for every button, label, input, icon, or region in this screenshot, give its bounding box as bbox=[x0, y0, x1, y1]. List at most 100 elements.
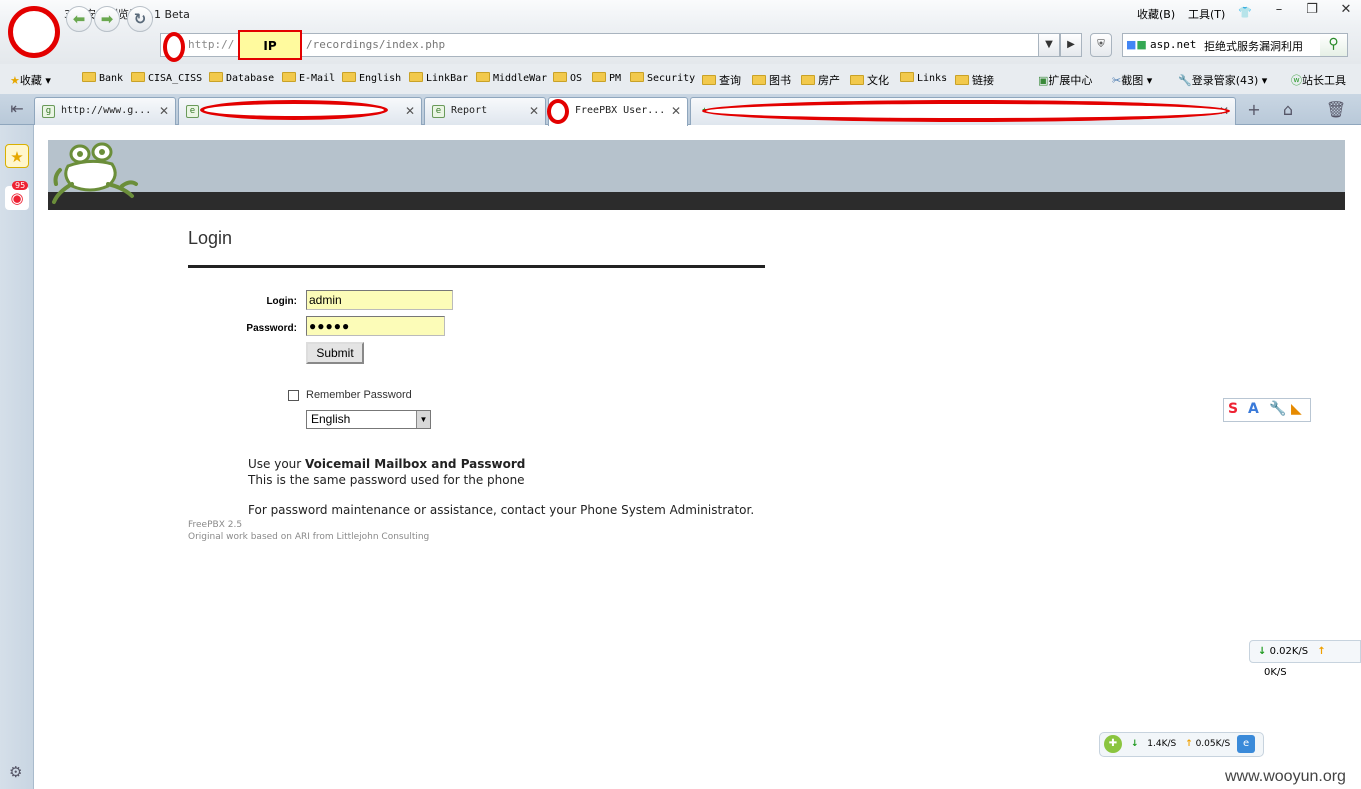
bookmark-folder[interactable]: Database bbox=[209, 72, 274, 84]
freepbx-header bbox=[48, 140, 1345, 192]
tab-close-icon[interactable]: ✕ bbox=[159, 98, 169, 124]
search-engine-icon[interactable]: ■■ bbox=[1126, 38, 1147, 51]
page-favicon-icon: e bbox=[432, 105, 445, 118]
bookmark-favorites[interactable]: ★收藏 ▾ bbox=[10, 72, 51, 88]
search-query: 拒绝式服务漏洞利用 bbox=[1204, 40, 1303, 53]
tab-label: FreePBX User... bbox=[575, 105, 666, 116]
tab-close-icon[interactable]: ✕ bbox=[671, 98, 681, 124]
folder-icon bbox=[955, 75, 969, 85]
bookmark-folder[interactable]: LinkBar bbox=[409, 72, 468, 84]
tab-freepbx[interactable]: FreePBX User... ✕ bbox=[548, 97, 688, 126]
wrench-icon[interactable]: 🔧 bbox=[1269, 401, 1286, 417]
trash-icon[interactable]: 🗑 bbox=[1323, 98, 1349, 122]
tab-google[interactable]: g http://www.g... ✕ bbox=[34, 97, 176, 125]
remember-password-checkbox[interactable] bbox=[288, 390, 299, 401]
folder-icon bbox=[553, 72, 567, 82]
folder-icon bbox=[752, 75, 766, 85]
network-speed-widget[interactable]: ↓ 0.02K/S ↑ 0K/S bbox=[1249, 640, 1361, 678]
tab-label: Report bbox=[451, 105, 488, 116]
floating-toolbar: S A 🔧 ◣ bbox=[1223, 398, 1311, 422]
bookmark-folder[interactable]: 图书 bbox=[752, 72, 791, 88]
upload-arrow-icon: ↑ bbox=[1317, 646, 1326, 657]
close-window-button[interactable]: ✕ bbox=[1331, 0, 1361, 22]
menu-tools[interactable]: 工具(T) bbox=[1188, 6, 1225, 22]
bookmark-folder[interactable]: 文化 bbox=[850, 72, 889, 88]
watermark: www.wooyun.org bbox=[1225, 768, 1346, 785]
tab-title-redaction bbox=[702, 100, 1230, 122]
language-select[interactable]: English ▼ bbox=[306, 410, 431, 429]
login-field[interactable] bbox=[306, 290, 453, 310]
google-favicon-icon: g bbox=[42, 105, 55, 118]
bookmark-folder[interactable]: PM bbox=[592, 72, 621, 84]
language-selected-value: English bbox=[311, 412, 351, 426]
ip-redaction-label: IP bbox=[238, 30, 302, 60]
folder-icon bbox=[131, 72, 145, 82]
folder-icon bbox=[801, 75, 815, 85]
bookmark-folder[interactable]: E-Mail bbox=[282, 72, 335, 84]
title-divider bbox=[188, 265, 765, 268]
address-dropdown-button[interactable]: ▼ bbox=[1038, 33, 1060, 57]
browser-logo-redacted[interactable] bbox=[8, 6, 60, 58]
download-speed: 0.02K/S bbox=[1269, 646, 1309, 657]
favorites-star-icon[interactable]: ★ bbox=[5, 144, 29, 168]
search-engine-label: asp.net bbox=[1150, 38, 1197, 51]
login-label: Login: bbox=[266, 296, 297, 307]
login-manager-button[interactable]: 🔧登录管家(43) ▾ bbox=[1178, 72, 1267, 88]
bookmark-folder[interactable]: 查询 bbox=[702, 72, 741, 88]
rss-icon[interactable]: ◣ bbox=[1291, 401, 1302, 417]
upload-speed: 0K/S bbox=[1264, 667, 1287, 678]
accelerator-icon: ✚ bbox=[1104, 734, 1122, 753]
forward-button[interactable]: ➡ bbox=[94, 6, 120, 32]
bookmark-folder[interactable]: 链接 bbox=[955, 72, 994, 88]
bookmark-folder[interactable]: Security bbox=[630, 72, 695, 84]
folder-icon bbox=[900, 72, 914, 82]
new-tab-icon[interactable]: + bbox=[1241, 98, 1267, 122]
folder-icon bbox=[630, 72, 644, 82]
bookmark-folder[interactable]: Bank bbox=[82, 72, 123, 84]
folder-icon bbox=[850, 75, 864, 85]
password-field[interactable]: ●●●●● bbox=[306, 316, 445, 336]
folder-icon bbox=[342, 72, 356, 82]
network-speed-widget-2[interactable]: ✚ ↓ 1.4K/S ↑ 0.05K/S e bbox=[1099, 732, 1264, 757]
back-button[interactable]: ⬅ bbox=[66, 6, 92, 32]
freepbx-header-bar bbox=[48, 192, 1345, 210]
ie-icon: e bbox=[1237, 734, 1256, 753]
sidebar-toggle-icon[interactable]: ⇤ bbox=[4, 97, 30, 121]
settings-gear-icon[interactable]: ⚙ bbox=[9, 763, 22, 781]
bookmark-folder[interactable]: MiddleWar bbox=[476, 72, 547, 84]
extensions-center-button[interactable]: ▣扩展中心 bbox=[1038, 72, 1092, 88]
bookmark-folder[interactable]: CISA_CISS bbox=[131, 72, 202, 84]
folder-icon bbox=[82, 72, 96, 82]
skin-icon[interactable]: 👕 bbox=[1238, 6, 1252, 19]
info-line-3: For password maintenance or assistance, … bbox=[248, 503, 755, 517]
security-shield-icon[interactable]: ⛨ bbox=[1090, 33, 1112, 57]
weibo-badge: 95 bbox=[12, 181, 29, 190]
tab-close-icon[interactable]: ✕ bbox=[405, 98, 415, 124]
menu-favorites[interactable]: 收藏(B) bbox=[1137, 6, 1175, 22]
address-prefix: http:// bbox=[188, 38, 235, 51]
download-speed: 1.4K/S bbox=[1147, 739, 1177, 749]
tab-favicon-redaction bbox=[547, 99, 569, 124]
restore-button[interactable]: ❐ bbox=[1297, 0, 1327, 22]
chevron-down-icon: ▼ bbox=[416, 411, 430, 428]
minimize-button[interactable]: – bbox=[1264, 0, 1294, 22]
sogou-input-icon[interactable]: S bbox=[1228, 401, 1238, 417]
password-label: Password: bbox=[246, 323, 297, 334]
home-icon[interactable]: ⌂ bbox=[1275, 98, 1301, 122]
go-button[interactable]: ▶ bbox=[1060, 33, 1082, 57]
bookmark-folder[interactable]: English bbox=[342, 72, 401, 84]
tab-close-icon[interactable]: ✕ bbox=[529, 98, 539, 124]
refresh-button[interactable]: ↻ bbox=[127, 6, 153, 32]
bookmark-folder[interactable]: OS bbox=[553, 72, 582, 84]
submit-button[interactable]: Submit bbox=[306, 342, 364, 364]
page-favicon-icon: e bbox=[186, 105, 199, 118]
bookmark-folder[interactable]: 房产 bbox=[801, 72, 840, 88]
search-icon[interactable]: ⚲ bbox=[1320, 34, 1347, 56]
remember-password-label: Remember Password bbox=[306, 389, 412, 401]
bookmark-folder[interactable]: Links bbox=[900, 72, 947, 84]
info-line-1: Use your Voicemail Mailbox and Password bbox=[248, 457, 526, 471]
tab-report[interactable]: e Report ✕ bbox=[424, 97, 546, 125]
webmaster-tools-button[interactable]: ⓦ站长工具 bbox=[1291, 72, 1346, 88]
screenshot-button[interactable]: ✂截图 ▾ bbox=[1112, 72, 1152, 88]
font-icon[interactable]: A bbox=[1248, 401, 1259, 417]
